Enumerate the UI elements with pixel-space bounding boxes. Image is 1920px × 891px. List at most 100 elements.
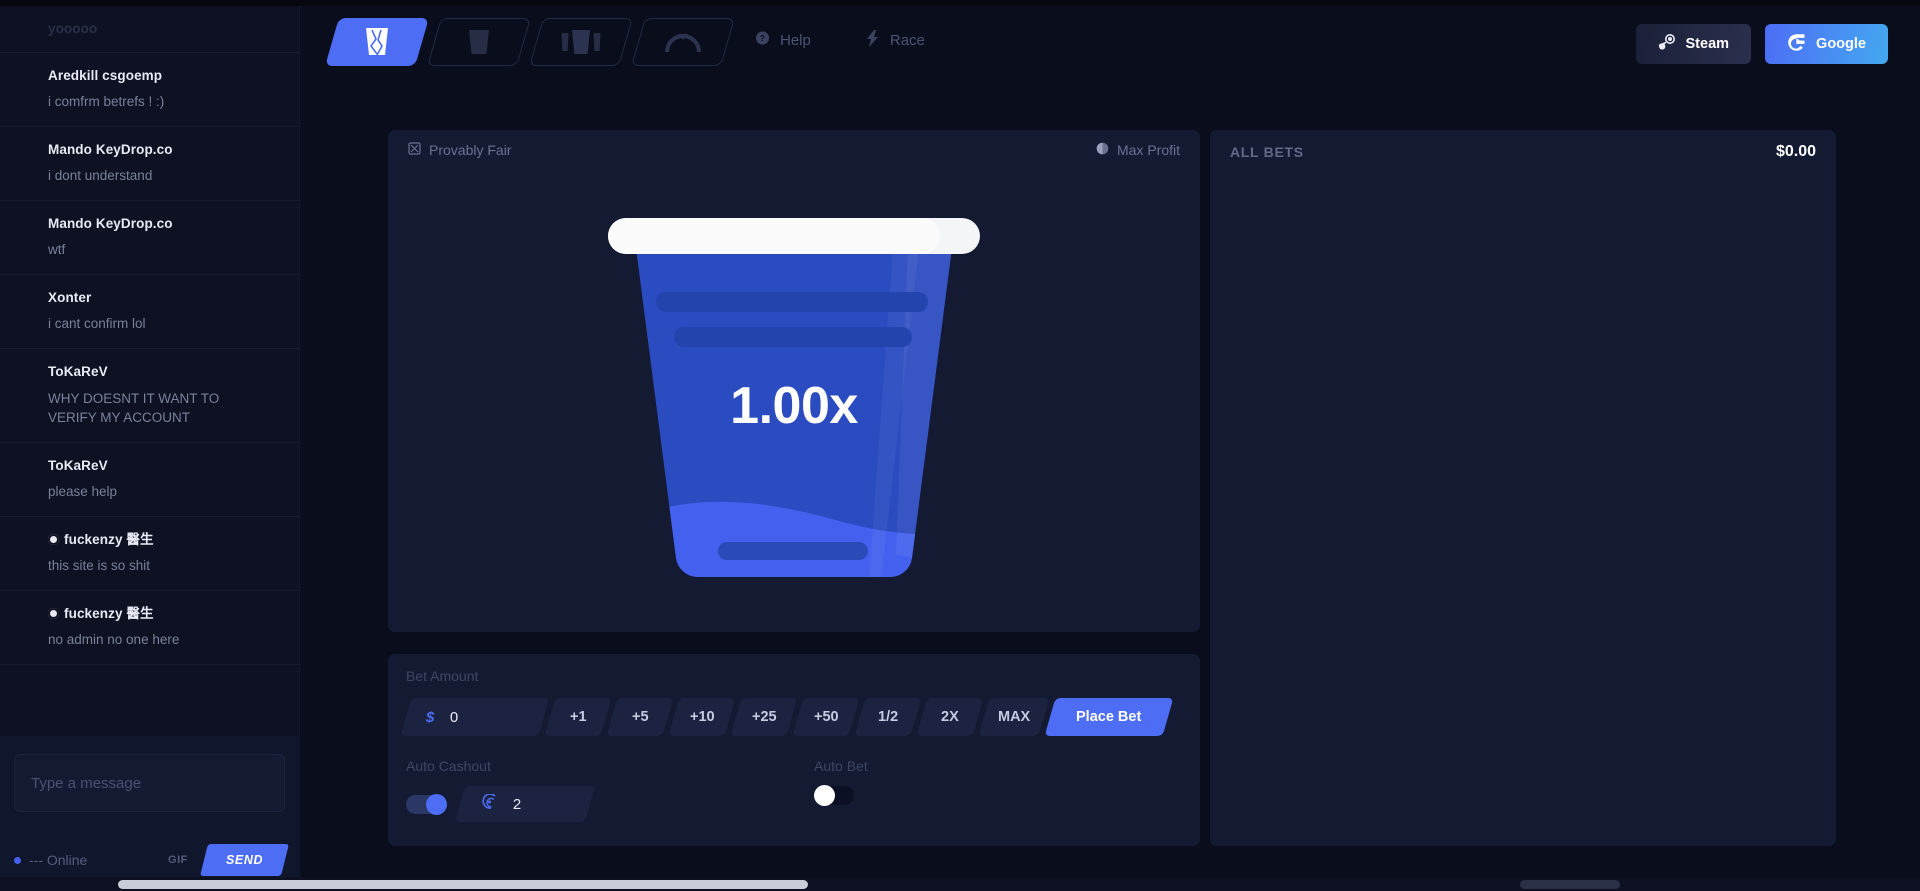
- auto-bet-toggle[interactable]: [814, 785, 854, 806]
- crash-cup-graphic: 1.00x: [608, 212, 980, 599]
- dollar-sign-icon: $: [426, 708, 435, 726]
- online-count-label: --- Online: [29, 852, 88, 868]
- game-tab-plain-cup[interactable]: [427, 18, 531, 66]
- send-button[interactable]: SEND: [199, 844, 289, 876]
- nav-links: ? Help Race: [755, 30, 925, 51]
- chat-input-box[interactable]: Type a message: [14, 754, 285, 812]
- scrollbar-thumb[interactable]: [118, 880, 808, 889]
- place-bet-button[interactable]: Place Bet: [1044, 698, 1174, 736]
- chat-message-username-label: ToKaReV: [48, 363, 108, 379]
- chat-footer-actions: GIF SEND: [168, 844, 289, 876]
- chat-message-text: please help: [48, 484, 118, 500]
- bet-quick-button-label: MAX: [998, 709, 1031, 725]
- nav-link-race-label: Race: [889, 32, 925, 49]
- bet-quick-button-50[interactable]: +50: [792, 698, 860, 736]
- auto-bet-group: Auto Bet: [814, 758, 868, 822]
- bet-quick-button-label: +50: [813, 709, 839, 725]
- chat-message-username[interactable]: yooooo: [48, 20, 251, 38]
- svg-text:?: ?: [760, 34, 765, 43]
- bet-quick-button-25[interactable]: +25: [730, 698, 798, 736]
- chat-message-username[interactable]: fuckenzy 醫生: [48, 605, 251, 623]
- auto-cashout-value: 2: [513, 795, 522, 813]
- target-multiplier-icon: [482, 793, 497, 814]
- provably-fair-label: Provably Fair: [429, 142, 512, 158]
- nav-link-help[interactable]: ? Help: [755, 30, 811, 51]
- steam-icon: [1658, 33, 1676, 55]
- nav-link-help-label: Help: [780, 32, 811, 49]
- game-tab-crash[interactable]: [325, 18, 429, 66]
- chat-message-username[interactable]: Xonter: [48, 289, 251, 307]
- bet-quick-button-label: +5: [631, 709, 649, 725]
- chat-message-username-label: Aredkill csgoemp: [48, 67, 163, 83]
- chat-message-text: i cant confirm lol: [48, 316, 146, 332]
- chat-message-username-label: Mando KeyDrop.co: [48, 141, 173, 157]
- chat-message-text: this site is so shit: [48, 558, 151, 574]
- horizontal-scrollbar[interactable]: [0, 877, 1920, 891]
- lightning-bolt-icon: [866, 30, 880, 51]
- plain-cup-icon: [468, 29, 490, 55]
- chat-message-username-label: Xonter: [48, 289, 92, 305]
- chat-message-username[interactable]: Mando KeyDrop.co: [48, 141, 251, 159]
- multiplier-value: 1.00x: [730, 376, 858, 435]
- auth-buttons: Steam Google: [1635, 24, 1888, 64]
- chat-message-username[interactable]: ToKaReV: [48, 457, 251, 475]
- auto-cashout-toggle[interactable]: [406, 793, 447, 815]
- bet-quick-button-10[interactable]: +10: [668, 698, 736, 736]
- toggle-knob: [814, 785, 835, 806]
- chat-message: Xonter i cant confirm lol: [0, 275, 299, 349]
- game-panel: Provably Fair Max Profit 1.00x: [388, 130, 1200, 632]
- chat-message: Mando KeyDrop.co wtf: [0, 201, 299, 275]
- chat-compose-area: Type a message: [0, 736, 299, 822]
- chat-message-username-label: Mando KeyDrop.co: [48, 215, 173, 231]
- game-stage: 1.00x: [388, 170, 1200, 630]
- gif-button[interactable]: GIF: [168, 854, 188, 866]
- chat-message: ToKaReV WHY DOESNT IT WANT TO VERIFY MY A…: [0, 349, 299, 443]
- shield-check-icon: [408, 142, 421, 158]
- game-tab-gauge[interactable]: [631, 18, 735, 66]
- question-circle-icon: ?: [755, 31, 770, 50]
- bet-quick-button-1[interactable]: +1: [544, 698, 612, 736]
- chat-message-text: no admin no one here: [48, 632, 180, 648]
- chat-input-placeholder: Type a message: [31, 774, 142, 792]
- all-bets-header: ALL BETS $0.00: [1210, 130, 1836, 174]
- game-tabs: [325, 18, 735, 66]
- all-bets-total: $0.00: [1775, 143, 1816, 160]
- info-circle-icon: [1096, 142, 1109, 158]
- bet-amount-input[interactable]: $ 0: [400, 698, 550, 736]
- cup-crash-icon: [364, 27, 390, 57]
- bet-quick-button-max[interactable]: MAX: [978, 698, 1050, 736]
- bet-buttons-row: $ 0 +1 +5 +10 +25 +50 1/2 2X MAX Place Bet: [400, 698, 1182, 736]
- chat-message-username[interactable]: Mando KeyDrop.co: [48, 215, 251, 233]
- three-cups-icon: [561, 29, 601, 55]
- chat-message-username[interactable]: Aredkill csgoemp: [48, 67, 251, 85]
- chat-message-username-label: fuckenzy 醫生: [64, 605, 154, 621]
- nav-link-race[interactable]: Race: [866, 30, 925, 51]
- chat-message-username-label: fuckenzy 醫生: [64, 531, 154, 547]
- bet-quick-button-12[interactable]: 1/2: [854, 698, 922, 736]
- send-button-label: SEND: [225, 853, 263, 867]
- game-panel-header: Provably Fair Max Profit: [388, 130, 1200, 170]
- all-bets-title: ALL BETS: [1230, 144, 1304, 160]
- scrollbar-thumb-secondary[interactable]: [1520, 880, 1620, 889]
- max-profit-button[interactable]: Max Profit: [1096, 142, 1180, 158]
- bet-quick-button-label: 1/2: [877, 709, 899, 725]
- chat-message-username[interactable]: fuckenzy 醫生: [48, 531, 251, 549]
- auto-cashout-input[interactable]: 2: [454, 786, 596, 822]
- online-status: --- Online: [14, 852, 87, 868]
- game-tab-three-cups[interactable]: [529, 18, 633, 66]
- chat-message-username[interactable]: ToKaReV: [48, 363, 251, 381]
- max-profit-label: Max Profit: [1116, 142, 1180, 158]
- chat-message-list[interactable]: yooooo Aredkill csgoemp i comfrm betrefs !…: [0, 6, 299, 736]
- auto-cashout-group: Auto Cashout 2: [406, 758, 814, 822]
- chat-message-text: wtf: [48, 242, 66, 258]
- google-login-label: Google: [1816, 36, 1866, 52]
- chat-message-username-label: ToKaReV: [48, 457, 108, 473]
- verified-badge-icon: [48, 607, 59, 619]
- bet-quick-button-5[interactable]: +5: [606, 698, 674, 736]
- bet-panel: Bet Amount $ 0 +1 +5 +10 +25 +50 1/2 2X MAX Pla…: [388, 654, 1200, 846]
- page-root: yooooo Aredkill csgoemp i comfrm betrefs !…: [0, 0, 1920, 891]
- provably-fair-button[interactable]: Provably Fair: [408, 142, 511, 158]
- steam-login-button[interactable]: Steam: [1635, 24, 1752, 64]
- bet-quick-button-2x[interactable]: 2X: [916, 698, 984, 736]
- google-login-button[interactable]: Google: [1765, 24, 1888, 64]
